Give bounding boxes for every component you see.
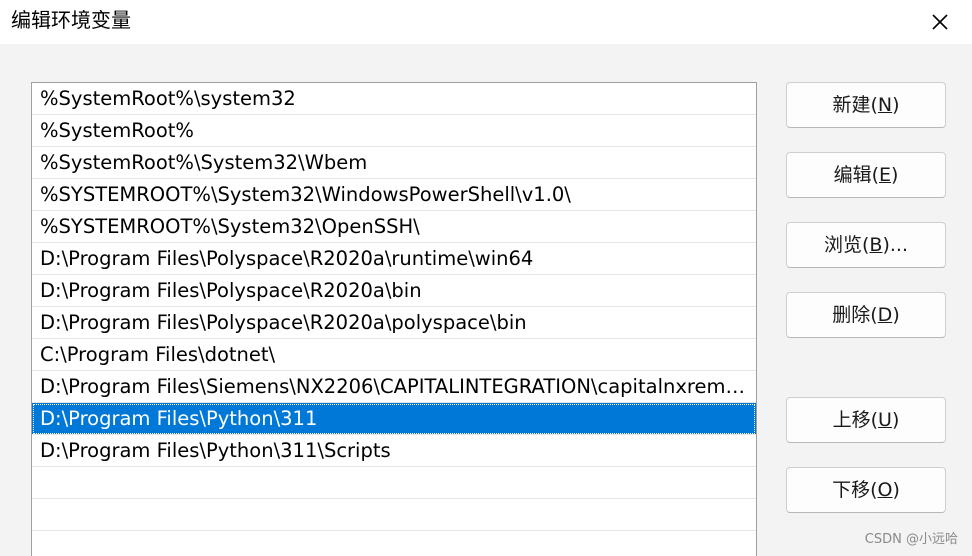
delete-button[interactable]: 删除(D) bbox=[786, 292, 946, 338]
list-item[interactable] bbox=[32, 499, 756, 531]
new-button-suffix: ) bbox=[892, 94, 900, 116]
close-icon bbox=[932, 14, 948, 30]
list-item[interactable]: D:\Program Files\Polyspace\R2020a\runtim… bbox=[32, 243, 756, 275]
list-item[interactable]: D:\Program Files\Python\311\Scripts bbox=[32, 435, 756, 467]
move-down-button-suffix: ) bbox=[892, 479, 900, 501]
move-up-button-label: 上移( bbox=[832, 409, 879, 431]
list-item[interactable]: %SYSTEMROOT%\System32\WindowsPowerShell\… bbox=[32, 179, 756, 211]
close-button[interactable] bbox=[926, 8, 954, 36]
list-item[interactable]: D:\Program Files\Polyspace\R2020a\polysp… bbox=[32, 307, 756, 339]
move-up-button-accel: U bbox=[878, 409, 892, 431]
edit-env-variable-dialog: 编辑环境变量 %SystemRoot%\system32 %SystemRoot%… bbox=[0, 0, 972, 556]
browse-button-accel: B bbox=[869, 234, 883, 256]
list-item[interactable] bbox=[32, 467, 756, 499]
browse-button[interactable]: 浏览(B)... bbox=[786, 222, 946, 268]
new-button[interactable]: 新建(N) bbox=[786, 82, 946, 128]
browse-button-label: 浏览( bbox=[824, 234, 870, 256]
title-bar: 编辑环境变量 bbox=[0, 0, 972, 44]
watermark: CSDN @小远哈 bbox=[864, 532, 958, 547]
list-item[interactable]: %SystemRoot%\System32\Wbem bbox=[32, 147, 756, 179]
dialog-title: 编辑环境变量 bbox=[11, 8, 131, 32]
delete-button-label: 删除( bbox=[832, 304, 878, 326]
move-up-button[interactable]: 上移(U) bbox=[786, 397, 946, 443]
edit-button-accel: E bbox=[878, 164, 891, 186]
new-button-accel: N bbox=[877, 94, 893, 116]
list-item[interactable] bbox=[32, 531, 756, 556]
move-down-button-accel: O bbox=[877, 479, 893, 501]
edit-button-label: 编辑( bbox=[833, 164, 879, 186]
list-item[interactable]: C:\Program Files\dotnet\ bbox=[32, 339, 756, 371]
list-item[interactable]: D:\Program Files\Siemens\NX2206\CAPITALI… bbox=[32, 371, 756, 403]
move-down-button-label: 下移( bbox=[832, 479, 878, 501]
list-item[interactable]: %SystemRoot% bbox=[32, 115, 756, 147]
edit-button-suffix: ) bbox=[891, 164, 899, 186]
list-item[interactable]: %SYSTEMROOT%\System32\OpenSSH\ bbox=[32, 211, 756, 243]
new-button-label: 新建( bbox=[832, 94, 878, 116]
path-list[interactable]: %SystemRoot%\system32 %SystemRoot% %System… bbox=[31, 82, 757, 556]
edit-button[interactable]: 编辑(E) bbox=[786, 152, 946, 198]
browse-button-suffix: )... bbox=[882, 234, 908, 256]
list-item[interactable]: D:\Program Files\Polyspace\R2020a\bin bbox=[32, 275, 756, 307]
delete-button-suffix: ) bbox=[892, 304, 900, 326]
move-down-button[interactable]: 下移(O) bbox=[786, 467, 946, 513]
move-up-button-suffix: ) bbox=[891, 409, 900, 431]
list-item-selected[interactable]: D:\Program Files\Python\311 bbox=[32, 403, 756, 435]
delete-button-accel: D bbox=[877, 304, 893, 326]
list-item[interactable]: %SystemRoot%\system32 bbox=[32, 83, 756, 115]
